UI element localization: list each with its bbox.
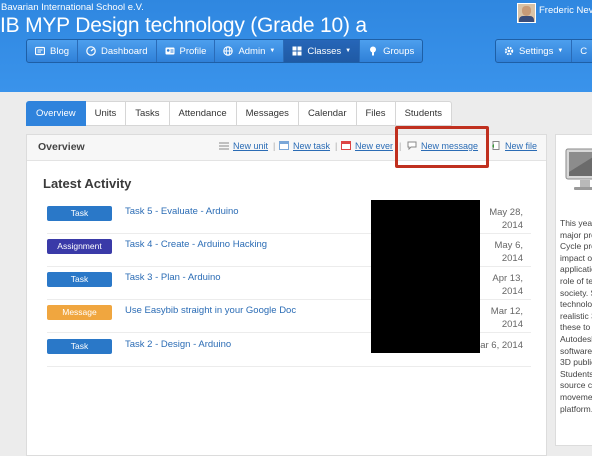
- activity-type-badge: Task: [47, 272, 112, 287]
- monitor-icon: [565, 148, 592, 190]
- groups-icon: [370, 46, 377, 56]
- nav-admin[interactable]: Admin ▼: [215, 40, 285, 62]
- nav-classes[interactable]: Classes ▼: [284, 40, 361, 62]
- user-name: Frederic Nev: [539, 5, 592, 16]
- tab-files[interactable]: Files: [356, 101, 396, 126]
- activity-type-badge: Message: [47, 305, 112, 320]
- new-unit-link[interactable]: New unit: [219, 141, 268, 151]
- gear-icon: [504, 46, 514, 56]
- latest-activity-heading: Latest Activity: [43, 176, 132, 191]
- new-task-label: New task: [293, 141, 331, 151]
- highlight-box: [395, 126, 489, 168]
- nav-settings[interactable]: Settings ▼: [496, 40, 573, 62]
- search-icon: C: [580, 45, 588, 57]
- dashboard-icon: [86, 46, 96, 56]
- new-unit-label: New unit: [233, 141, 269, 151]
- activity-link[interactable]: Task 5 - Evaluate - Arduino: [125, 206, 239, 217]
- tab-messages[interactable]: Messages: [236, 101, 299, 126]
- blog-icon: [35, 46, 45, 56]
- tab-students[interactable]: Students: [395, 101, 453, 126]
- chevron-down-icon: ▼: [345, 48, 352, 54]
- classes-icon: [292, 46, 302, 56]
- activity-type-badge: Task: [47, 339, 112, 354]
- file-upload-icon: [492, 141, 500, 150]
- tab-calendar[interactable]: Calendar: [298, 101, 357, 126]
- avatar: [517, 3, 536, 23]
- activity-type-badge: Task: [47, 206, 112, 221]
- nav-dashboard-label: Dashboard: [101, 45, 148, 57]
- nav-groups[interactable]: Groups: [360, 40, 422, 62]
- class-info-sidebar: This year major pro Cycle pro impact of …: [555, 134, 592, 446]
- activity-type-badge: Assignment: [47, 239, 112, 254]
- separator: |: [273, 141, 276, 151]
- separator: |: [335, 141, 338, 151]
- event-icon: [341, 141, 351, 150]
- nav-settings-label: Settings: [519, 45, 554, 57]
- activity-link[interactable]: Use Easybib straight in your Google Doc: [125, 305, 296, 316]
- tab-overview[interactable]: Overview: [26, 101, 86, 126]
- nav-dashboard[interactable]: Dashboard: [78, 40, 157, 62]
- nav-profile[interactable]: Profile: [157, 40, 216, 62]
- new-file-label: New file: [505, 141, 538, 151]
- nav-classes-label: Classes: [307, 45, 342, 57]
- nav-groups-label: Groups: [383, 45, 415, 57]
- redacted-area: [371, 200, 480, 353]
- chevron-down-icon: ▼: [269, 48, 276, 54]
- header-bar: Bavarian International School e.V. IB MY…: [0, 0, 592, 92]
- new-event-label: New even: [355, 141, 393, 151]
- class-description: This year major pro Cycle pro impact of …: [560, 218, 592, 414]
- main-nav: Blog Dashboard Profile Admin ▼ Classes ▼…: [26, 39, 424, 63]
- activity-link[interactable]: Task 2 - Design - Arduino: [125, 339, 231, 350]
- new-event-link[interactable]: New even: [341, 141, 393, 151]
- nav-blog-label: Blog: [50, 45, 70, 57]
- new-task-link[interactable]: New task: [279, 141, 330, 151]
- class-tabs: Overview Units Tasks Attendance Messages…: [26, 101, 453, 126]
- secondary-nav: Settings ▼ C: [495, 39, 592, 63]
- unit-icon: [219, 142, 229, 150]
- page-title: IB MYP Design technology (Grade 10) a: [0, 14, 367, 37]
- chevron-down-icon: ▼: [557, 48, 564, 54]
- globe-icon: [223, 46, 234, 56]
- tab-tasks[interactable]: Tasks: [126, 101, 170, 126]
- nav-admin-label: Admin: [238, 45, 266, 57]
- activity-link[interactable]: Task 3 - Plan - Arduino: [125, 272, 221, 283]
- school-name: Bavarian International School e.V.: [1, 2, 144, 13]
- new-file-link[interactable]: New file: [491, 141, 537, 151]
- user-menu[interactable]: Frederic Nev: [517, 1, 592, 23]
- calendar-task-icon: [279, 141, 289, 150]
- activity-link[interactable]: Task 4 - Create - Arduino Hacking: [125, 239, 267, 250]
- tab-attendance[interactable]: Attendance: [169, 101, 237, 126]
- tab-units[interactable]: Units: [85, 101, 127, 126]
- nav-profile-label: Profile: [179, 45, 207, 57]
- nav-search[interactable]: C: [572, 40, 592, 62]
- profile-card-icon: [165, 47, 174, 55]
- panel-title: Overview: [38, 141, 85, 153]
- nav-blog[interactable]: Blog: [27, 40, 79, 62]
